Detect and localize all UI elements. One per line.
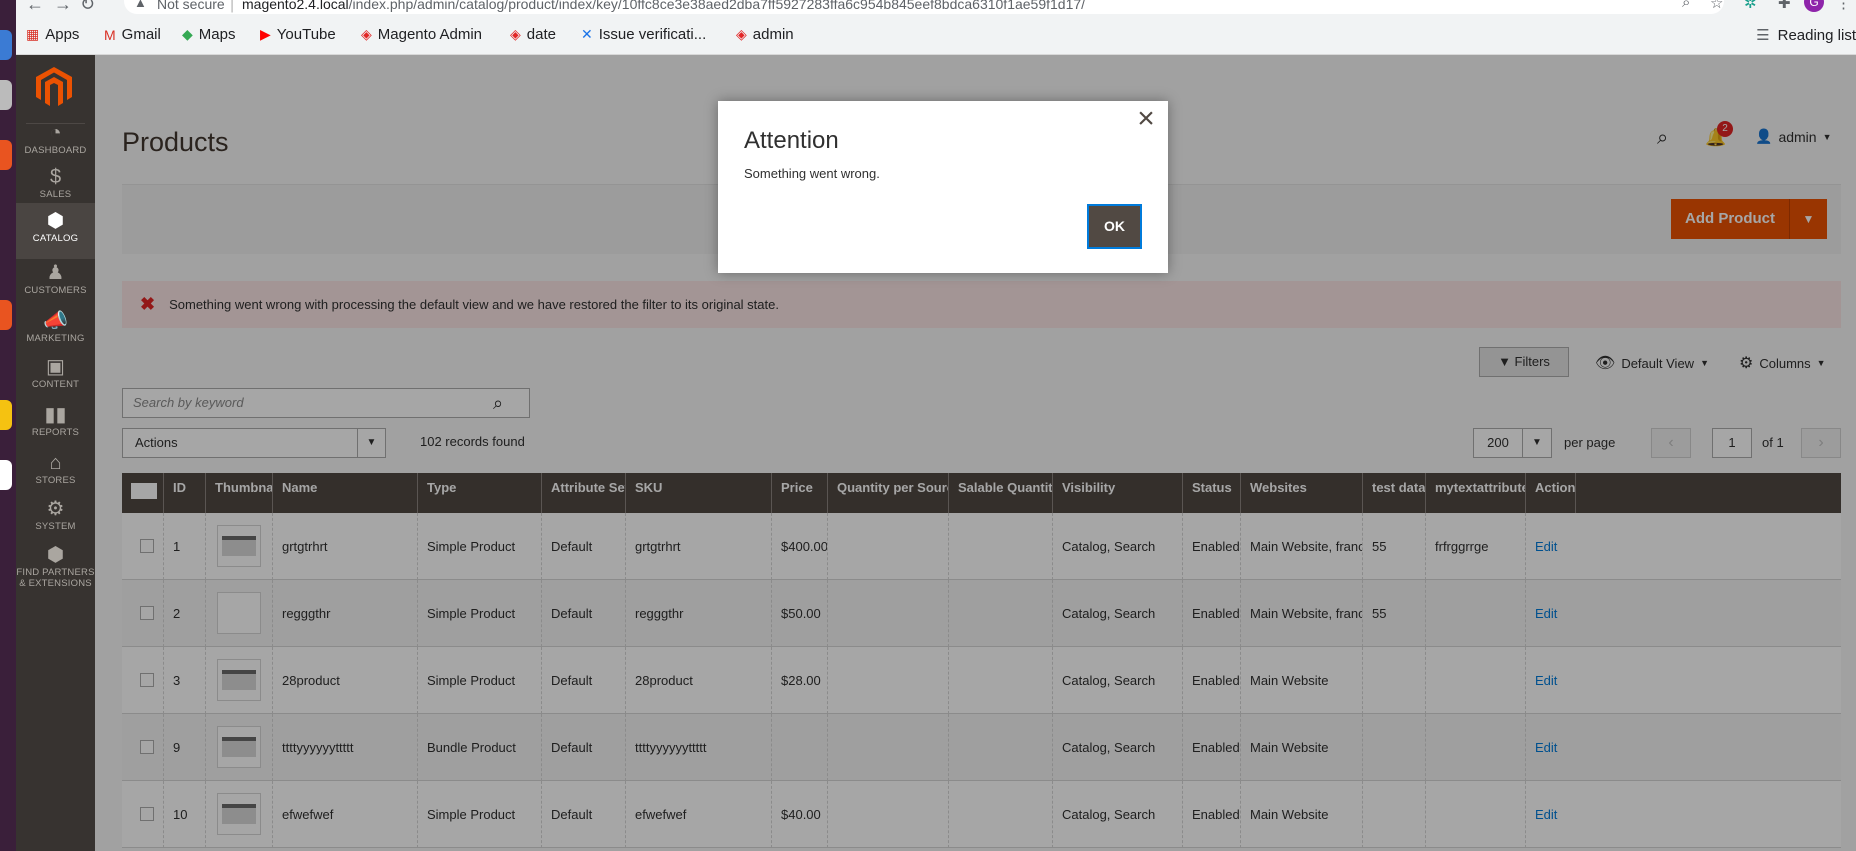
- bookmark-maps[interactable]: ◆ Maps: [182, 26, 235, 43]
- bar-chart-icon: ▮▮: [44, 404, 67, 426]
- reload-icon[interactable]: ↻: [80, 0, 95, 15]
- profile-avatar[interactable]: G: [1804, 0, 1824, 12]
- magento-icon: ◈: [510, 26, 521, 42]
- forward-icon[interactable]: →: [54, 0, 72, 15]
- dock-app-icon[interactable]: [0, 300, 12, 330]
- bookmark-label: Magento Admin: [377, 26, 483, 43]
- browser-toolbar: ← → ↻ ▲ Not secure | magento2.4.local/in…: [16, 0, 1856, 55]
- bookmark-issue[interactable]: ✕ Issue verificati...: [581, 26, 706, 43]
- ok-button[interactable]: OK: [1087, 204, 1142, 249]
- zoom-icon[interactable]: ⌕: [1682, 0, 1690, 11]
- sidebar-item-label: MARKETING: [26, 333, 85, 344]
- warning-icon[interactable]: ▲: [134, 0, 147, 10]
- sidebar-item-label: CONTENT: [31, 379, 80, 390]
- sidebar-item-label: FIND PARTNERS: [16, 567, 95, 578]
- reading-list-label: Reading list: [1777, 27, 1856, 44]
- box-icon: ⬢: [46, 210, 65, 232]
- dock-app-icon[interactable]: [0, 80, 12, 110]
- sidebar-item-label: CATALOG: [32, 233, 79, 244]
- attention-modal: Attention Something went wrong. × OK: [718, 101, 1168, 273]
- sidebar-item-label: CUSTOMERS: [24, 285, 87, 296]
- sidebar-item-find-partners[interactable]: ⬢ FIND PARTNERS & EXTENSIONS: [16, 537, 95, 607]
- sidebar-item-label: SYSTEM: [35, 521, 76, 532]
- store-icon: ⌂: [49, 452, 62, 474]
- dock-app-icon[interactable]: [0, 30, 12, 60]
- bookmark-gmail[interactable]: M Gmail: [104, 26, 161, 43]
- url-path: /index.php/admin/catalog/product/index/k…: [348, 0, 1086, 12]
- bookmark-label: admin: [752, 26, 794, 43]
- bookmark-label: Maps: [198, 26, 236, 43]
- reading-list[interactable]: ☰ Reading list: [1756, 26, 1856, 44]
- dock-app-icon[interactable]: [0, 460, 12, 490]
- sidebar-item-label: & EXTENSIONS: [19, 578, 92, 589]
- bookmark-admin[interactable]: ◈ admin: [736, 26, 794, 43]
- modal-message: Something went wrong.: [744, 166, 880, 181]
- megaphone-icon: 📣: [43, 310, 68, 332]
- confluence-icon: ✕: [581, 26, 593, 42]
- url-host: magento2.4.local: [242, 0, 349, 12]
- dashboard-icon: ◔: [49, 122, 62, 144]
- dock-app-icon[interactable]: [0, 140, 12, 170]
- bookmark-label: date: [526, 26, 556, 43]
- sidebar-item-catalog[interactable]: ⬢ CATALOG: [16, 203, 95, 259]
- divider: |: [230, 0, 235, 13]
- magento-icon: ◈: [736, 26, 747, 42]
- magento-icon: ◈: [361, 26, 372, 42]
- bookmark-youtube[interactable]: ▶ YouTube: [260, 26, 336, 43]
- extension-icon[interactable]: ✲: [1744, 0, 1757, 12]
- reading-list-icon: ☰: [1756, 27, 1770, 44]
- close-icon[interactable]: ×: [1132, 104, 1160, 134]
- gear-icon: ⚙: [46, 498, 65, 520]
- menu-icon[interactable]: ⋮: [1836, 0, 1851, 12]
- dock-app-icon[interactable]: [0, 400, 12, 430]
- maps-icon: ◆: [182, 26, 193, 42]
- bookmark-label: Gmail: [121, 26, 161, 43]
- magento-logo[interactable]: [36, 67, 72, 107]
- bookmark-label: Issue verificati...: [598, 26, 707, 43]
- youtube-icon: ▶: [260, 26, 271, 42]
- sidebar-item-label: DASHBOARD: [24, 145, 87, 156]
- bookmark-magento-admin[interactable]: ◈ Magento Admin: [361, 26, 482, 43]
- puzzle-icon[interactable]: ✚: [1778, 0, 1791, 12]
- person-icon: ♟: [46, 262, 65, 284]
- url-text[interactable]: magento2.4.local/index.php/admin/catalog…: [242, 0, 1085, 12]
- bookmark-date[interactable]: ◈ date: [510, 26, 556, 43]
- star-icon[interactable]: ☆: [1710, 0, 1723, 12]
- dollar-icon: $: [49, 166, 62, 188]
- back-icon[interactable]: ←: [26, 0, 44, 15]
- bookmark-apps[interactable]: ▦ Apps: [26, 26, 79, 43]
- not-secure-label[interactable]: Not secure: [157, 0, 225, 12]
- bookmark-label: Apps: [45, 26, 80, 43]
- sidebar-item-label: SALES: [39, 189, 72, 200]
- sidebar-item-label: REPORTS: [31, 427, 80, 438]
- gmail-icon: M: [104, 26, 116, 43]
- os-dock: [0, 0, 16, 851]
- sidebar-item-label: STORES: [35, 475, 76, 486]
- apps-grid-icon: ▦: [26, 26, 40, 42]
- boxes-icon: ⬢: [46, 544, 65, 566]
- bookmark-label: YouTube: [276, 26, 336, 43]
- modal-title: Attention: [744, 127, 839, 154]
- layout-icon: ▣: [46, 356, 65, 378]
- admin-sidebar: ◔ DASHBOARD $ SALES ⬢ CATALOG ♟ CUSTOMER…: [16, 55, 95, 851]
